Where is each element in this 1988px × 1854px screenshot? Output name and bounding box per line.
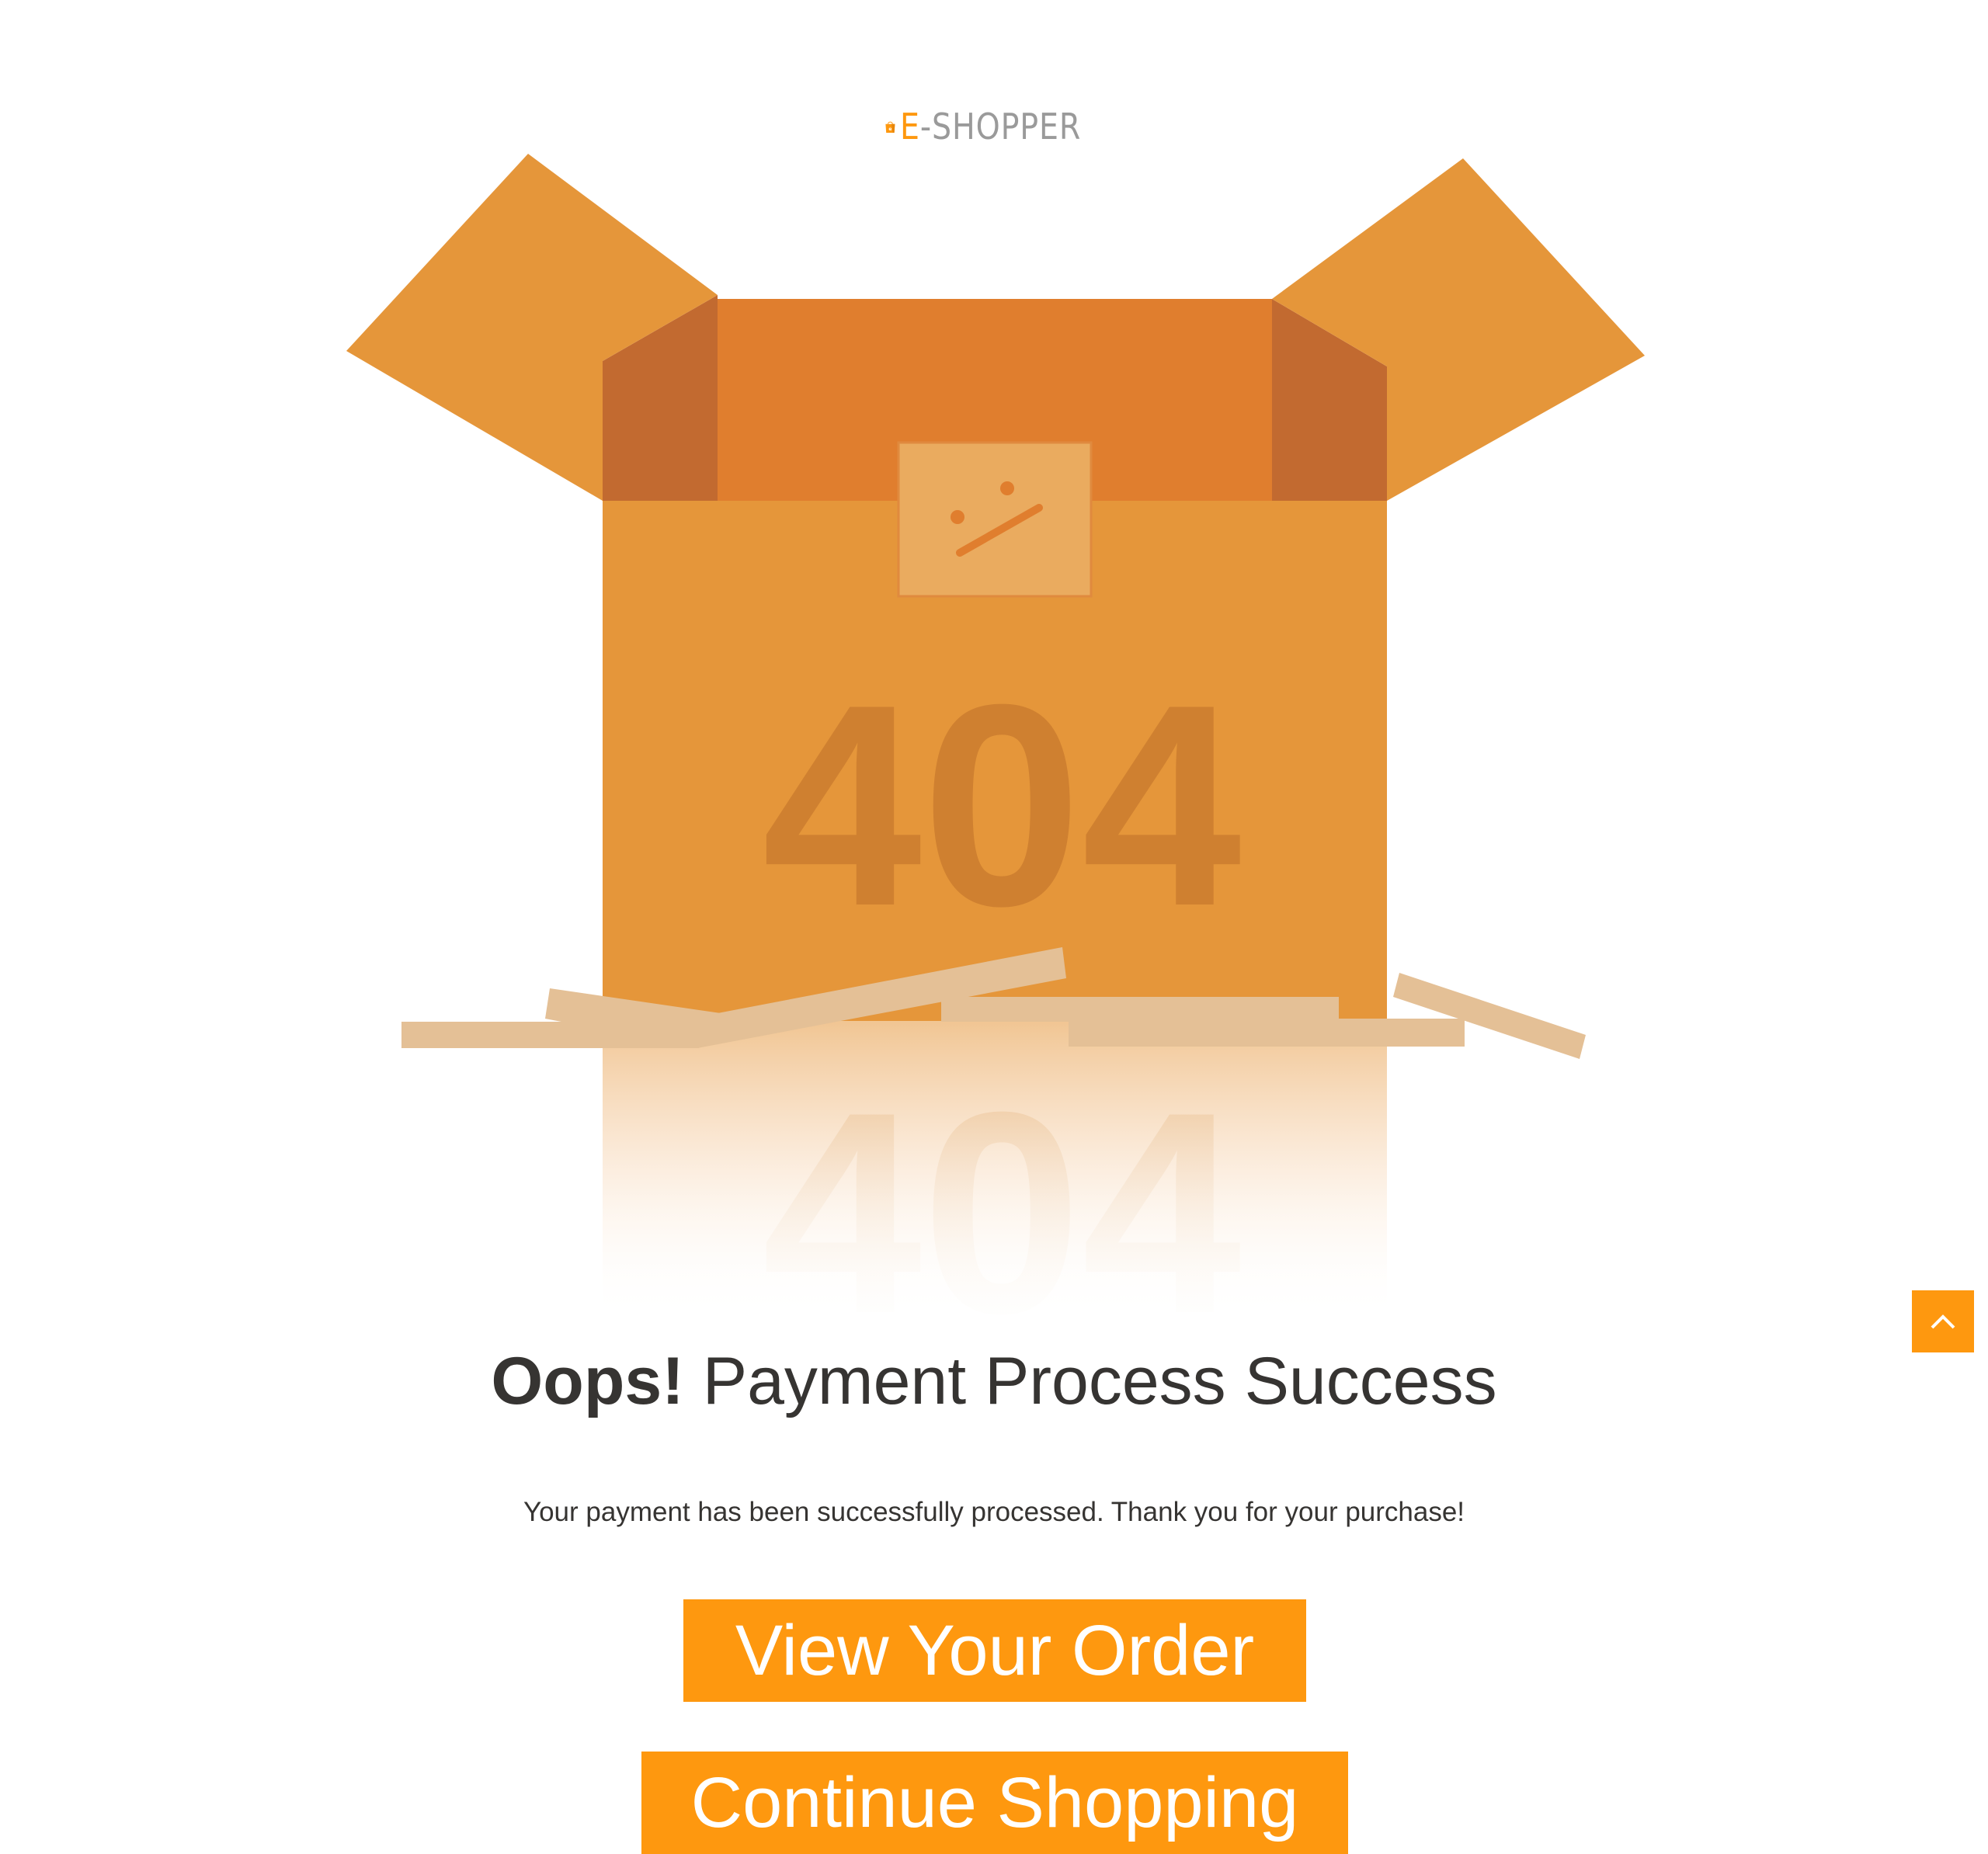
error-code-reflection: 404 [762,1053,1243,1320]
sticker-eye-right [1000,481,1014,495]
continue-shopping-button[interactable]: Continue Shopping [641,1752,1348,1854]
chevron-up-icon [1931,1314,1955,1329]
page-title-emphasis: Oops! [491,1344,684,1418]
success-message: Your payment has been successfully proce… [523,1497,1465,1527]
view-order-button[interactable]: View Your Order [683,1599,1306,1702]
sticker-eye-left [951,510,964,524]
page-title: Oops! Payment Process Success [0,1342,1988,1422]
page-title-text: Payment Process Success [683,1344,1497,1418]
scroll-to-top-button[interactable] [1912,1290,1974,1352]
open-box-illustration: 404 404 [346,154,1645,1320]
error-code: 404 [762,645,1243,966]
